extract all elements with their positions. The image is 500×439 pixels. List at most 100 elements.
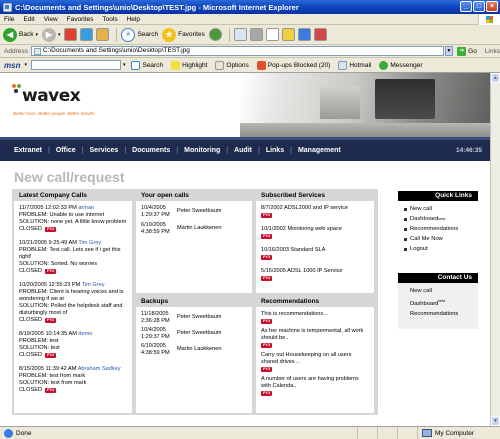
address-dropdown-icon[interactable]: ▼ <box>444 46 454 56</box>
call-status: CLOSED <box>19 268 43 274</box>
fyo-badge[interactable]: FYO <box>45 353 57 358</box>
refresh-icon[interactable] <box>80 28 94 41</box>
highlight-icon <box>171 60 181 70</box>
table-row[interactable]: 10/4/2005 1:29:37 PM Peter Sweetbaum <box>141 327 247 341</box>
contact-link-dashboard[interactable]: Dashboardbeta <box>404 296 472 309</box>
stop-icon[interactable] <box>64 28 78 41</box>
menu-help[interactable]: Help <box>127 16 140 23</box>
search-button[interactable]: ⌕ Search <box>121 27 158 42</box>
quick-link-call-me-now[interactable]: Call Me Now <box>404 234 472 244</box>
logo-tagline: Better boss. Better people. Better resul… <box>13 111 96 116</box>
scroll-down-icon[interactable]: ▼ <box>491 416 500 426</box>
media-icon[interactable] <box>208 28 222 41</box>
msn-search-input[interactable] <box>30 60 121 70</box>
messenger-icon[interactable] <box>297 28 311 41</box>
home-icon[interactable] <box>96 28 110 41</box>
go-button[interactable]: ➔ Go <box>457 46 477 56</box>
backup-time: 1:29:37 PM <box>141 334 170 340</box>
back-button[interactable]: ◀ Back ▾ <box>3 27 38 42</box>
quick-link-dashboard[interactable]: Dashboard beta <box>404 214 472 224</box>
fyo-badge[interactable]: FYO <box>261 367 273 372</box>
fyo-badge[interactable]: FYO <box>45 388 57 393</box>
vertical-scrollbar[interactable]: ▲ ▼ <box>490 73 500 426</box>
call-status: CLOSED <box>19 387 43 393</box>
edit-icon[interactable] <box>265 28 279 41</box>
links-button[interactable]: Links <box>485 48 500 55</box>
menu-favorites[interactable]: Favorites <box>67 16 94 23</box>
nav-office[interactable]: Office <box>56 147 76 154</box>
print-icon[interactable] <box>249 28 263 41</box>
address-input[interactable]: C:\Documents and Settings\unio\Desktop\T… <box>30 46 444 56</box>
fyo-badge[interactable]: FYO <box>45 269 57 274</box>
nav-documents[interactable]: Documents <box>132 147 170 154</box>
scroll-up-icon[interactable]: ▲ <box>491 73 500 83</box>
maximize-button[interactable]: □ <box>473 1 485 12</box>
minimize-button[interactable]: _ <box>460 1 472 12</box>
fyo-badge[interactable]: FYO <box>261 234 273 239</box>
call-user-link[interactable]: Tim Grey <box>82 282 105 288</box>
call-solution: SOLUTION: Sorted. No worries <box>19 261 98 267</box>
fyo-badge[interactable]: FYO <box>261 255 273 260</box>
list-item[interactable]: 10/21/2005 9:25:49 AM Tim Grey PROBLEM: … <box>19 240 127 275</box>
contact-link-recommendations[interactable]: Recommendations <box>404 309 472 319</box>
nav-audit[interactable]: Audit <box>234 147 252 154</box>
favorites-button[interactable]: ★ Favorites <box>162 27 205 42</box>
list-item[interactable]: 5/16/2005 ADSL 1000 IP Service FYO <box>261 268 369 282</box>
call-user-link[interactable]: Tim Grey <box>78 240 101 246</box>
mail-icon[interactable] <box>233 28 247 41</box>
nav-links[interactable]: Links <box>266 147 284 154</box>
fyo-badge[interactable]: FYO <box>261 319 273 324</box>
call-problem: PROBLEM: test from mark <box>19 373 86 379</box>
forward-button[interactable]: ▶ ▾ <box>41 27 60 42</box>
list-item[interactable]: Carry out Housekeeping on all users shar… <box>261 352 369 373</box>
fyo-badge[interactable]: FYO <box>45 227 57 232</box>
call-user-link[interactable]: Abraham Sadkey <box>78 366 121 372</box>
fyo-badge[interactable]: FYO <box>45 318 57 323</box>
contact-link-new-call[interactable]: New call <box>404 286 472 296</box>
msn-logo[interactable]: msn <box>4 61 20 70</box>
table-row[interactable]: 11/18/2005 2:36:28 PM Peter Sweetbaum <box>141 311 247 325</box>
nav-services[interactable]: Services <box>90 147 119 154</box>
list-item[interactable]: 10/16/2003 Standard SLA FYO <box>261 247 369 261</box>
list-item[interactable]: This is recommendations... FYO <box>261 311 369 325</box>
menu-edit[interactable]: Edit <box>23 16 34 23</box>
address-label: Address <box>4 47 28 55</box>
table-row[interactable]: 6/10/2005 4:38:59 PM Martin Laukkenen <box>141 343 247 357</box>
favorites-star-icon: ★ <box>162 27 177 42</box>
nav-management[interactable]: Management <box>298 147 341 154</box>
fyo-badge[interactable]: FYO <box>261 391 273 396</box>
window-title-bar[interactable]: C:\Documents and Settings\unio\Desktop\T… <box>0 0 500 14</box>
table-row[interactable]: 10/4/2005 1:29:37 PM Peter Sweetbaum <box>141 205 247 219</box>
discuss-icon[interactable] <box>281 28 295 41</box>
list-item[interactable]: 8/19/2005 10:14:35 AM demo PROBLEM: test… <box>19 331 127 359</box>
fyo-badge[interactable]: FYO <box>261 276 273 281</box>
quick-link-new-call[interactable]: New call <box>404 204 472 214</box>
nav-monitoring[interactable]: Monitoring <box>184 147 220 154</box>
messenger-button[interactable]: Messenger <box>379 60 423 70</box>
list-item[interactable]: 8/15/2005 11:39:42 AM Abraham Sadkey PRO… <box>19 366 127 394</box>
list-item[interactable]: 11/7/2005 12:02:33 PM arman PROBLEM: Una… <box>19 205 127 233</box>
popups-blocked-button[interactable]: Pop-ups Blocked (20) <box>256 60 330 70</box>
call-user-link[interactable]: demo <box>78 331 92 337</box>
menu-tools[interactable]: Tools <box>102 16 117 23</box>
quick-link-logout[interactable]: Logout <box>404 244 472 254</box>
list-item[interactable]: A number of users are having problems wi… <box>261 376 369 397</box>
list-item[interactable]: As her machine is tempermental, all work… <box>261 328 369 349</box>
table-row[interactable]: 6/10/2005 4:38:59 PM Martin Laukkenen <box>141 222 247 236</box>
menu-file[interactable]: File <box>4 16 14 23</box>
fyo-badge[interactable]: FYO <box>261 213 273 218</box>
list-item[interactable]: 8/7/2002 ADSL2000 and IP service FYO <box>261 205 369 219</box>
fyo-badge[interactable]: FYO <box>261 343 273 348</box>
list-item[interactable]: 10/1/2002 Monitoring web space FYO <box>261 226 369 240</box>
msn-search-button[interactable]: Search <box>131 60 163 70</box>
call-user-link[interactable]: arman <box>78 205 94 211</box>
nav-extranet[interactable]: Extranet <box>14 147 42 154</box>
menu-view[interactable]: View <box>44 16 58 23</box>
options-button[interactable]: Options <box>215 60 249 70</box>
highlight-button[interactable]: Highlight <box>171 60 207 70</box>
close-button[interactable]: × <box>486 1 498 12</box>
list-item[interactable]: 10/20/2005 12:55:23 PM Tim Grey PROBLEM:… <box>19 282 127 324</box>
quick-link-recommendations[interactable]: Recommendations <box>404 224 472 234</box>
hotmail-button[interactable]: Hotmail <box>338 60 371 70</box>
research-icon[interactable] <box>313 28 327 41</box>
